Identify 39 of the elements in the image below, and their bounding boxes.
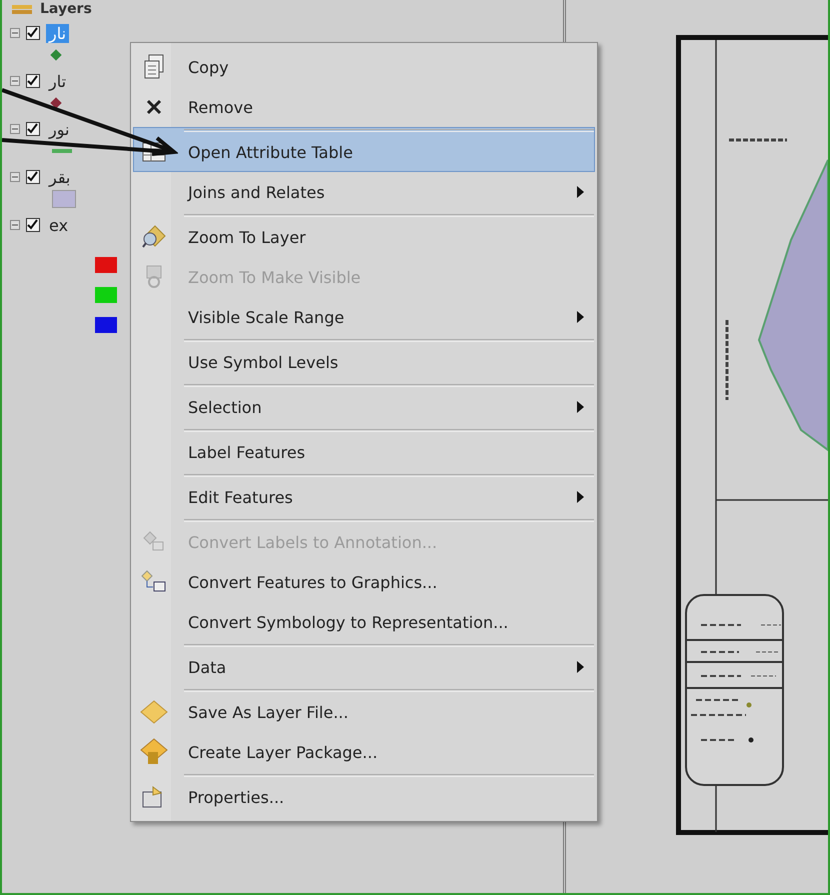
menu-item[interactable]: Remove <box>133 87 595 127</box>
layer-package-icon <box>140 738 168 766</box>
menu-item[interactable]: Joins and Relates <box>133 172 595 212</box>
collapse-icon[interactable] <box>10 124 20 134</box>
layers-icon <box>10 3 34 15</box>
menu-item[interactable]: Visible Scale Range <box>133 297 595 337</box>
layer-name[interactable]: تار <box>46 72 70 90</box>
menu-item[interactable]: Selection <box>133 382 595 427</box>
collapse-icon[interactable] <box>10 76 20 86</box>
menu-item[interactable]: Data <box>133 642 595 687</box>
layer-checkbox[interactable] <box>26 26 40 40</box>
menu-item[interactable]: Copy <box>133 47 595 87</box>
convert-icon <box>141 570 167 594</box>
layer-checkbox[interactable] <box>26 170 40 184</box>
layers-title: Layers <box>40 1 92 17</box>
menu-item[interactable]: Zoom To Layer <box>133 212 595 257</box>
menu-item[interactable]: Properties... <box>133 772 595 817</box>
copy-icon <box>143 54 165 80</box>
layer-checkbox[interactable] <box>26 74 40 88</box>
layer-checkbox[interactable] <box>26 122 40 136</box>
layer-name[interactable]: نور <box>46 120 72 138</box>
menu-item[interactable]: Save As Layer File... <box>133 687 595 732</box>
menu-item[interactable]: Convert Symbology to Representation... <box>133 602 595 642</box>
close-icon <box>146 99 162 115</box>
collapse-icon[interactable] <box>10 28 20 38</box>
layer-name[interactable]: بقر <box>46 168 74 186</box>
zoom-icon <box>141 224 167 250</box>
menu-item[interactable]: Open Attribute Table <box>133 127 595 172</box>
layer-name[interactable]: ex <box>46 216 72 234</box>
layer-checkbox[interactable] <box>26 218 40 232</box>
menu-item[interactable]: Use Symbol Levels <box>133 337 595 382</box>
menu-item[interactable]: Label Features <box>133 427 595 472</box>
collapse-icon[interactable] <box>10 172 20 182</box>
menu-item[interactable]: Create Layer Package... <box>133 732 595 772</box>
menu-item[interactable]: Edit Features <box>133 472 595 517</box>
layer-file-icon <box>140 700 168 724</box>
zoom-icon <box>144 264 164 290</box>
collapse-icon[interactable] <box>10 220 20 230</box>
menu-item[interactable]: Convert Features to Graphics... <box>133 562 595 602</box>
